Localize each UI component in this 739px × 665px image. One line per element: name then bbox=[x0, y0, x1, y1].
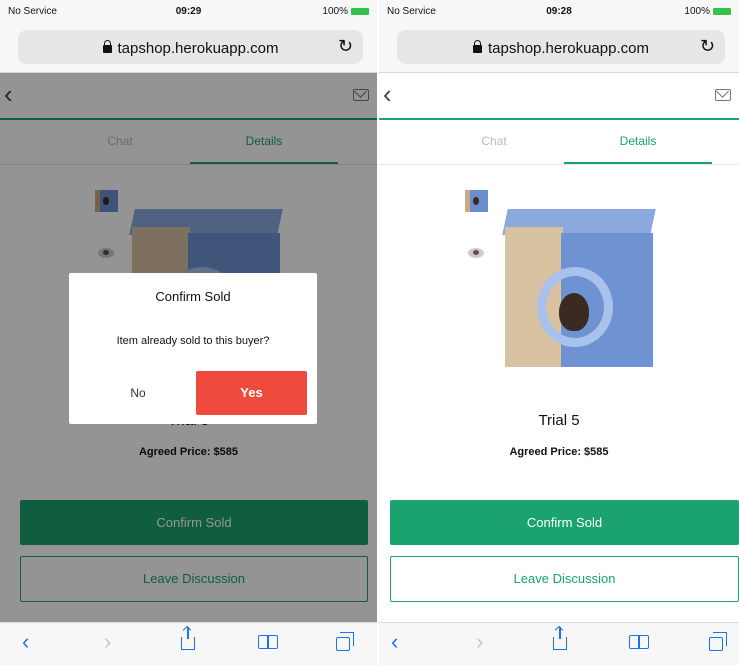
browser-forward-icon[interactable]: › bbox=[476, 631, 483, 653]
product-box-thumbnail-image bbox=[464, 190, 488, 212]
bookmarks-icon[interactable] bbox=[258, 631, 278, 653]
thumbnail-cup[interactable] bbox=[464, 240, 488, 266]
thumbnail-box[interactable] bbox=[464, 188, 488, 214]
book-glyph bbox=[629, 635, 649, 649]
url-text: tapshop.herokuapp.com bbox=[117, 40, 279, 57]
agreed-price: Agreed Price: $585 bbox=[509, 446, 609, 458]
bookmarks-icon[interactable] bbox=[629, 631, 649, 653]
browser-address-area: tapshop.herokuapp.com ↻ bbox=[0, 22, 377, 73]
battery-indicator: 100% bbox=[684, 6, 731, 17]
back-chevron-icon[interactable]: ‹ bbox=[383, 81, 392, 107]
confirm-sold-dialog: Confirm Sold Item already sold to this b… bbox=[69, 273, 317, 424]
item-title: Trial 5 bbox=[538, 412, 580, 429]
address-bar[interactable]: tapshop.herokuapp.com ↻ bbox=[18, 30, 363, 64]
phone-left-screen: No Service 09:29 100% tapshop.herokuapp.… bbox=[0, 0, 377, 665]
battery-icon bbox=[351, 7, 369, 15]
mail-icon[interactable] bbox=[715, 89, 731, 101]
browser-back-icon[interactable]: ‹ bbox=[22, 631, 29, 653]
reload-icon[interactable]: ↻ bbox=[700, 36, 715, 57]
tabs-icon[interactable] bbox=[336, 631, 354, 655]
confirm-sold-button[interactable]: Confirm Sold bbox=[390, 500, 739, 545]
coffee-cup-thumbnail-image bbox=[468, 248, 484, 258]
dialog-no-button[interactable]: No bbox=[79, 371, 197, 415]
coffee-bean-shape bbox=[559, 293, 589, 331]
battery-percent: 100% bbox=[322, 6, 348, 17]
leave-discussion-button[interactable]: Leave Discussion bbox=[390, 556, 739, 602]
battery-indicator: 100% bbox=[322, 6, 369, 17]
share-glyph bbox=[553, 627, 567, 650]
product-image bbox=[497, 175, 661, 385]
clock: 09:29 bbox=[175, 6, 202, 17]
tab-chat[interactable]: Chat bbox=[424, 120, 564, 162]
battery-icon bbox=[713, 7, 731, 15]
share-icon[interactable] bbox=[553, 627, 567, 654]
share-icon[interactable] bbox=[181, 627, 195, 654]
tabs-icon[interactable] bbox=[709, 631, 727, 655]
tabs-glyph bbox=[336, 632, 354, 651]
url-display: tapshop.herokuapp.com bbox=[18, 40, 363, 57]
tab-details[interactable]: Details bbox=[564, 120, 712, 164]
lock-icon bbox=[102, 40, 112, 53]
dialog-message: Item already sold to this buyer? bbox=[116, 335, 270, 347]
browser-toolbar: ‹ › bbox=[0, 622, 377, 665]
share-glyph bbox=[181, 627, 195, 650]
browser-back-icon[interactable]: ‹ bbox=[391, 631, 398, 653]
app-header: ‹ bbox=[379, 73, 739, 120]
status-bar: No Service 09:29 100% bbox=[0, 0, 377, 22]
lock-icon bbox=[473, 40, 483, 53]
status-bar: No Service 09:28 100% bbox=[379, 0, 739, 22]
browser-address-area: tapshop.herokuapp.com ↻ bbox=[379, 22, 739, 73]
tabs-glyph bbox=[709, 632, 727, 651]
url-text: tapshop.herokuapp.com bbox=[488, 40, 649, 57]
reload-icon[interactable]: ↻ bbox=[338, 36, 353, 57]
tab-bar: Chat Details bbox=[379, 120, 739, 165]
dialog-title: Confirm Sold bbox=[155, 289, 231, 304]
dialog-yes-button[interactable]: Yes bbox=[196, 371, 307, 415]
phone-right-screen: No Service 09:28 100% tapshop.herokuapp.… bbox=[379, 0, 739, 665]
battery-percent: 100% bbox=[684, 6, 710, 17]
url-display: tapshop.herokuapp.com bbox=[397, 40, 725, 57]
browser-forward-icon[interactable]: › bbox=[104, 631, 111, 653]
address-bar[interactable]: tapshop.herokuapp.com ↻ bbox=[397, 30, 725, 64]
browser-toolbar: ‹ › bbox=[379, 622, 739, 665]
book-glyph bbox=[258, 635, 278, 649]
